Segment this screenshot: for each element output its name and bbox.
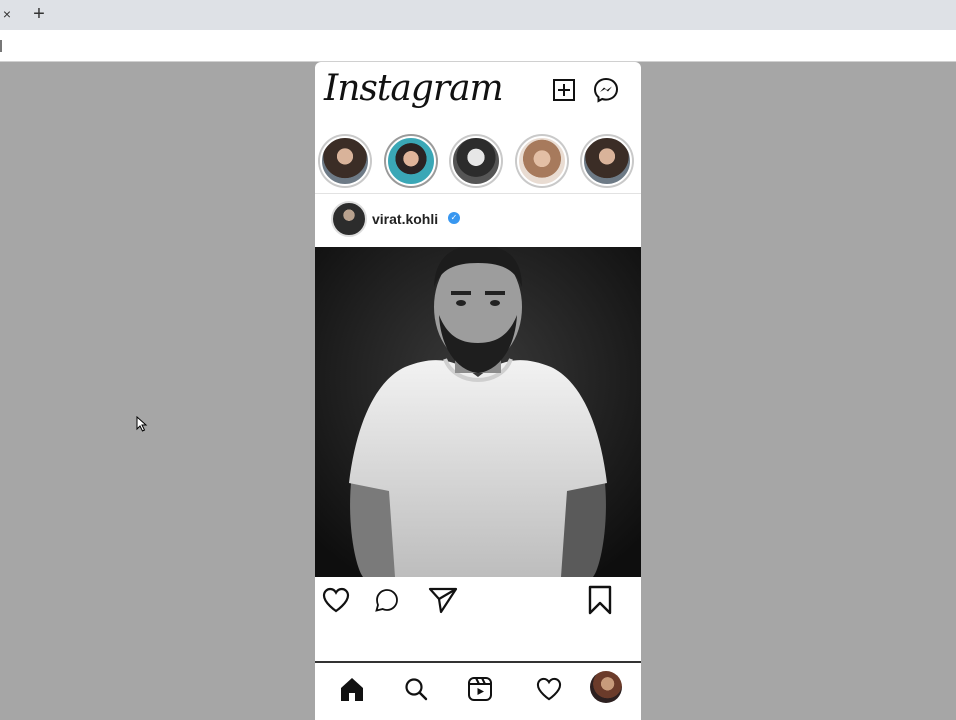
post-avatar[interactable] <box>331 201 367 237</box>
story-1[interactable] <box>318 134 372 188</box>
tab-strip: × + <box>0 0 956 30</box>
story-5[interactable] <box>580 134 634 188</box>
post-username[interactable]: virat.kohli <box>372 211 438 227</box>
new-post-icon[interactable] <box>550 76 578 104</box>
verified-badge-icon: ✓ <box>448 212 460 224</box>
address-bar-edge <box>0 40 2 52</box>
activity-icon[interactable] <box>534 674 564 704</box>
comment-icon[interactable] <box>372 584 402 616</box>
instagram-logo[interactable]: Instagram <box>324 68 504 109</box>
story-avatar <box>582 136 632 186</box>
close-tab-icon[interactable]: × <box>0 4 14 24</box>
reels-icon[interactable] <box>465 674 495 704</box>
search-icon[interactable] <box>401 674 431 704</box>
home-icon[interactable] <box>337 674 367 704</box>
story-2[interactable] <box>384 134 438 188</box>
story-avatar <box>320 136 370 186</box>
bottom-nav <box>315 664 641 720</box>
bookmark-icon[interactable] <box>586 584 614 616</box>
post-actions <box>315 578 641 630</box>
post-image[interactable] <box>315 247 641 577</box>
post-header: virat.kohli ✓ <box>315 198 641 244</box>
browser-toolbar <box>0 30 956 62</box>
mouse-cursor-icon <box>136 416 148 432</box>
story-avatar <box>517 136 567 186</box>
messenger-icon[interactable] <box>592 76 620 104</box>
new-tab-button[interactable]: + <box>28 2 50 26</box>
story-3[interactable] <box>449 134 503 188</box>
story-avatar <box>451 136 501 186</box>
story-avatar <box>386 136 436 186</box>
share-icon[interactable] <box>427 584 459 616</box>
stories-row <box>315 134 641 192</box>
bottom-nav-border <box>315 661 641 663</box>
divider <box>315 193 641 194</box>
instagram-app: Instagram virat.kohli ✓ <box>315 62 641 720</box>
profile-avatar[interactable] <box>590 671 622 703</box>
like-icon[interactable] <box>321 584 351 616</box>
story-4[interactable] <box>515 134 569 188</box>
app-header: Instagram <box>315 62 641 128</box>
